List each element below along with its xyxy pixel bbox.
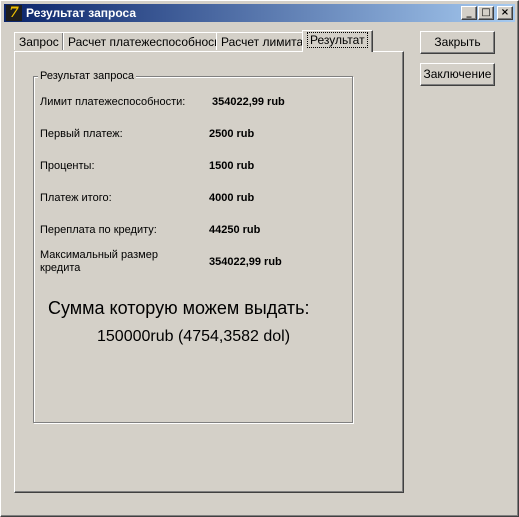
title-bar[interactable]: 7 Результат запроса _ □ × xyxy=(4,4,515,22)
summary-title: Сумма которую можем выдать: xyxy=(48,298,310,318)
first-payment-value: 2500 rub xyxy=(209,128,255,140)
tab-result[interactable]: Результат xyxy=(302,30,373,52)
tab-label: Расчет лимита xyxy=(221,35,304,49)
overpayment-value: 44250 rub xyxy=(209,224,261,236)
max-credit-value: 354022,99 rub xyxy=(209,256,282,268)
max-credit-label-line2: кредита xyxy=(40,262,81,274)
first-payment-label: Первый платеж: xyxy=(40,128,123,140)
max-credit-label: Максимальный размер xyxy=(40,249,158,261)
tab-label: Запрос xyxy=(19,35,59,49)
maximize-button[interactable]: □ xyxy=(478,6,494,20)
interest-value: 1500 rub xyxy=(209,160,255,172)
limit-label: Лимит платежеспособности: xyxy=(40,96,186,108)
tab-limit[interactable]: Расчет лимита xyxy=(216,32,309,50)
interest-label: Проценты: xyxy=(40,160,95,172)
total-payment-label: Платеж итого: xyxy=(40,192,112,204)
tab-label: Результат xyxy=(307,32,368,48)
limit-value: 354022,99 rub xyxy=(212,96,285,108)
window-title: Результат запроса xyxy=(26,6,136,20)
groupbox-title: Результат запроса xyxy=(38,70,137,82)
minimize-button[interactable]: _ xyxy=(461,6,477,20)
app-icon[interactable]: 7 xyxy=(6,5,22,21)
close-button[interactable]: Закрыть xyxy=(420,31,495,54)
summary-value: 150000rub (4754,3582 dol) xyxy=(97,328,291,345)
tab-label: Расчет платежеспособноси xyxy=(68,35,221,49)
tab-platezhesposobnost[interactable]: Расчет платежеспособноси xyxy=(63,32,226,50)
total-payment-value: 4000 rub xyxy=(209,192,255,204)
tab-zapros[interactable]: Запрос xyxy=(14,32,64,50)
close-window-button[interactable]: × xyxy=(497,6,513,20)
conclusion-button[interactable]: Заключение xyxy=(420,63,495,86)
overpayment-label: Переплата по кредиту: xyxy=(40,224,157,236)
